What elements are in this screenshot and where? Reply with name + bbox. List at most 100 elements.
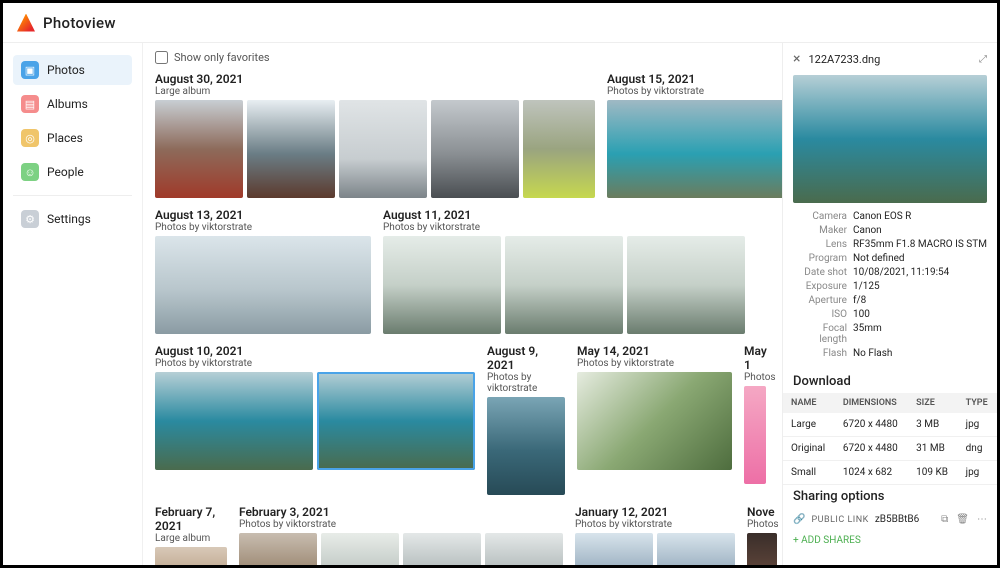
album-title[interactable]: Nove xyxy=(747,505,779,519)
favorites-checkbox[interactable] xyxy=(155,51,168,64)
download-dim: 1024 x 682 xyxy=(835,461,908,485)
download-row[interactable]: Original6720 x 448031 MBdng xyxy=(783,437,997,461)
photo-thumbnail[interactable] xyxy=(431,100,519,198)
photo-thumbnail[interactable] xyxy=(575,533,653,565)
photo-thumbnail[interactable] xyxy=(155,236,371,334)
album-title[interactable]: August 15, 2021 xyxy=(607,72,782,86)
photo-thumbnail[interactable] xyxy=(485,533,563,565)
download-type: jpg xyxy=(958,413,997,437)
gallery-row: August 10, 2021 Photos by viktorstrateAug… xyxy=(155,344,770,495)
delete-icon[interactable]: 🗑 xyxy=(956,514,969,525)
download-section-title: Download xyxy=(783,370,997,393)
photos-icon: ▣ xyxy=(21,61,39,79)
meta-value: 10/08/2021, 11:19:54 xyxy=(853,267,987,278)
album-title[interactable]: May 14, 2021 xyxy=(577,344,732,358)
photo-thumbnail[interactable] xyxy=(744,386,766,484)
meta-label: ISO xyxy=(793,309,847,320)
sidebar-item-photos[interactable]: ▣ Photos xyxy=(13,55,132,85)
people-icon: ☺ xyxy=(21,163,39,181)
album-subtitle: Large album xyxy=(155,86,595,97)
share-link-row[interactable]: 🔗 PUBLIC LINK zB5BBtB6 ⧉ 🗑 ⋯ xyxy=(783,508,997,531)
details-preview[interactable] xyxy=(793,75,987,203)
meta-row: LensRF35mm F1.8 MACRO IS STM xyxy=(793,239,987,250)
download-row[interactable]: Small1024 x 682109 KBjpg xyxy=(783,461,997,485)
thumb-strip xyxy=(155,100,595,198)
album-block: August 9, 2021Photos by viktorstrate xyxy=(487,344,565,495)
album-title[interactable]: August 11, 2021 xyxy=(383,208,745,222)
album-block: August 13, 2021Photos by viktorstrate xyxy=(155,208,371,334)
album-block: NovePhotos xyxy=(747,505,779,565)
thumb-strip xyxy=(747,533,779,565)
main-layout: ▣ Photos ▤ Albums ◎ Places ☺ People ⚙ Se… xyxy=(3,43,997,565)
album-title[interactable]: August 13, 2021 xyxy=(155,208,371,222)
sidebar-item-places[interactable]: ◎ Places xyxy=(13,123,132,153)
album-subtitle: Photos by viktorstrate xyxy=(487,372,565,394)
photo-thumbnail[interactable] xyxy=(657,533,735,565)
photo-thumbnail[interactable] xyxy=(239,533,317,565)
sharing-section-title: Sharing options xyxy=(783,485,997,508)
sidebar-item-label: Photos xyxy=(47,63,85,77)
download-size: 109 KB xyxy=(908,461,958,485)
album-title[interactable]: January 12, 2021 xyxy=(575,505,735,519)
meta-row: Focal length 35mm xyxy=(793,323,987,345)
download-row[interactable]: Large6720 x 44803 MBjpg xyxy=(783,413,997,437)
meta-value: No Flash xyxy=(853,348,987,359)
app-header: Photoview xyxy=(3,3,997,43)
album-title[interactable]: August 10, 2021 xyxy=(155,344,475,358)
album-title[interactable]: February 7, 2021 xyxy=(155,505,227,533)
metadata-list: CameraCanon EOS RMakerCanonLensRF35mm F1… xyxy=(783,203,997,370)
album-title[interactable]: August 9, 2021 xyxy=(487,344,565,372)
album-title[interactable]: May 1 xyxy=(744,344,776,372)
copy-icon[interactable]: ⧉ xyxy=(941,514,948,525)
sidebar-item-label: People xyxy=(47,165,84,179)
photo-thumbnail[interactable] xyxy=(317,372,475,470)
meta-value: 35mm xyxy=(853,323,987,345)
favorites-toggle[interactable]: Show only favorites xyxy=(155,51,770,64)
album-block: January 12, 2021Photos by viktorstrate xyxy=(575,505,735,565)
photo-thumbnail[interactable] xyxy=(487,397,565,495)
meta-label: Focal length xyxy=(793,323,847,345)
meta-row: Date shot10/08/2021, 11:19:54 xyxy=(793,267,987,278)
album-title[interactable]: August 30, 2021 xyxy=(155,72,595,86)
photo-thumbnail[interactable] xyxy=(383,236,501,334)
more-icon[interactable]: ⋯ xyxy=(977,514,987,525)
album-subtitle: Photos xyxy=(747,519,779,530)
photo-thumbnail[interactable] xyxy=(627,236,745,334)
album-subtitle: Photos by viktorstrate xyxy=(239,519,563,530)
meta-row: FlashNo Flash xyxy=(793,348,987,359)
photo-thumbnail[interactable] xyxy=(523,100,595,198)
photo-thumbnail[interactable] xyxy=(155,547,227,565)
thumb-strip xyxy=(607,100,782,198)
meta-row: MakerCanon xyxy=(793,225,987,236)
add-shares-button[interactable]: ADD SHARES xyxy=(783,531,997,550)
sidebar-separator xyxy=(13,195,132,196)
gallery-row: August 30, 2021Large albumAugust 15, 202… xyxy=(155,72,770,198)
photo-thumbnail[interactable] xyxy=(607,100,782,198)
thumb-strip xyxy=(487,397,565,495)
sidebar-item-people[interactable]: ☺ People xyxy=(13,157,132,187)
thumb-strip xyxy=(155,236,371,334)
thumb-strip xyxy=(155,547,227,565)
download-name: Large xyxy=(783,413,835,437)
album-title[interactable]: February 3, 2021 xyxy=(239,505,563,519)
fullscreen-icon[interactable]: ⤢ xyxy=(979,54,987,65)
photo-thumbnail[interactable] xyxy=(747,533,777,565)
album-block: February 7, 2021Large album xyxy=(155,505,227,565)
sidebar-item-albums[interactable]: ▤ Albums xyxy=(13,89,132,119)
photo-thumbnail[interactable] xyxy=(155,372,313,470)
album-block: August 30, 2021Large album xyxy=(155,72,595,198)
photo-thumbnail[interactable] xyxy=(577,372,732,470)
meta-value: Not defined xyxy=(853,253,987,264)
photo-thumbnail[interactable] xyxy=(155,100,243,198)
photo-thumbnail[interactable] xyxy=(321,533,399,565)
close-icon[interactable]: × xyxy=(793,51,800,67)
album-block: August 15, 2021Photos by viktorstrate xyxy=(607,72,782,198)
brand-logo-icon xyxy=(17,14,35,32)
meta-label: Lens xyxy=(793,239,847,250)
photo-thumbnail[interactable] xyxy=(247,100,335,198)
sidebar-item-label: Places xyxy=(47,131,83,145)
photo-thumbnail[interactable] xyxy=(339,100,427,198)
photo-thumbnail[interactable] xyxy=(505,236,623,334)
photo-thumbnail[interactable] xyxy=(403,533,481,565)
sidebar-item-settings[interactable]: ⚙ Settings xyxy=(13,204,132,234)
